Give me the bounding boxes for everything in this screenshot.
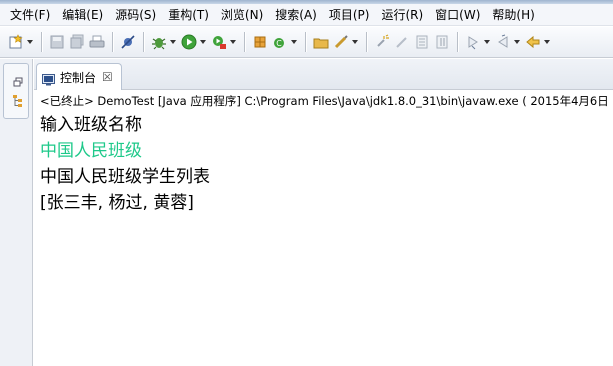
next-annotation-dropdown-arrow[interactable] <box>483 34 490 50</box>
view-tab-bar: 控制台 ☒ <box>34 59 613 90</box>
console-view: 控制台 ☒ <已终止> DemoTest [Java 应用程序] C:\Prog… <box>34 59 613 366</box>
save-icon[interactable] <box>49 34 65 50</box>
menu-bar: 文件(F) 编辑(E) 源码(S) 重构(T) 浏览(N) 搜索(A) 项目(P… <box>0 4 613 26</box>
paragraph-icon[interactable] <box>434 34 450 50</box>
tab-console[interactable]: 控制台 ☒ <box>36 63 122 90</box>
console-process-status: <已终止> DemoTest [Java 应用程序] C:\Program Fi… <box>40 94 609 108</box>
toolbar-separator <box>143 32 144 52</box>
toolbar-separator <box>244 32 245 52</box>
main-toolbar: C <box>0 27 613 58</box>
open-task-icon[interactable] <box>333 34 349 50</box>
next-annotation-icon[interactable] <box>465 34 481 50</box>
menu-search[interactable]: 搜索(A) <box>269 5 323 25</box>
console-line: 输入班级名称 <box>40 115 142 135</box>
toolbar-separator <box>112 32 113 52</box>
open-task-dropdown-arrow[interactable] <box>351 34 358 50</box>
back-dropdown-arrow[interactable] <box>543 34 550 50</box>
back-icon[interactable] <box>525 34 541 50</box>
save-all-icon[interactable] <box>69 34 85 50</box>
console-line: 中国人民班级学生列表 <box>40 167 210 187</box>
debug-icon[interactable] <box>151 34 167 50</box>
console-input-line: 中国人民班级 <box>40 141 142 161</box>
new-java-package-icon[interactable] <box>252 34 268 50</box>
external-tools-dropdown-arrow[interactable] <box>229 34 236 50</box>
new-java-class-icon[interactable]: C <box>272 34 288 50</box>
restore-icon[interactable] <box>13 72 23 87</box>
tab-console-label: 控制台 <box>60 70 97 85</box>
menu-navigate[interactable]: 浏览(N) <box>215 5 269 25</box>
left-trim-stack <box>0 59 33 366</box>
close-icon[interactable]: ☒ <box>102 71 113 83</box>
run-dropdown-arrow[interactable] <box>199 34 206 50</box>
run-icon[interactable] <box>181 34 197 50</box>
toggle-mark-occurrences-icon[interactable] <box>374 34 390 50</box>
toolbar-separator <box>41 32 42 52</box>
external-tools-icon[interactable] <box>211 34 227 50</box>
toggle-block-selection-icon[interactable] <box>394 34 410 50</box>
console-icon <box>42 71 55 86</box>
minimized-view-stack <box>3 63 29 119</box>
debug-dropdown-arrow[interactable] <box>169 34 176 50</box>
skip-breakpoints-icon[interactable] <box>120 34 136 50</box>
menu-project[interactable]: 项目(P) <box>323 5 376 25</box>
open-type-icon[interactable] <box>313 34 329 50</box>
console-output[interactable]: 输入班级名称 中国人民班级 中国人民班级学生列表 [张三丰, 杨过, 黄蓉] <box>40 112 613 216</box>
console-line: [张三丰, 杨过, 黄蓉] <box>40 193 194 213</box>
svg-text:C: C <box>276 39 282 48</box>
toolbar-separator <box>305 32 306 52</box>
new-dropdown-arrow[interactable] <box>26 34 33 50</box>
menu-help[interactable]: 帮助(H) <box>486 5 540 25</box>
hierarchy-icon[interactable] <box>13 92 23 107</box>
menu-file[interactable]: 文件(F) <box>4 5 56 25</box>
menu-window[interactable]: 窗口(W) <box>429 5 486 25</box>
new-class-dropdown-arrow[interactable] <box>290 34 297 50</box>
toolbar-separator <box>457 32 458 52</box>
print-icon[interactable] <box>89 34 105 50</box>
show-whitespace-icon[interactable] <box>414 34 430 50</box>
menu-run[interactable]: 运行(R) <box>375 5 429 25</box>
toolbar-separator <box>366 32 367 52</box>
previous-annotation-icon[interactable] <box>495 34 511 50</box>
new-icon[interactable] <box>8 34 24 50</box>
menu-edit[interactable]: 编辑(E) <box>56 5 109 25</box>
menu-refactor[interactable]: 重构(T) <box>162 5 215 25</box>
previous-annotation-dropdown-arrow[interactable] <box>513 34 520 50</box>
menu-source[interactable]: 源码(S) <box>109 5 162 25</box>
